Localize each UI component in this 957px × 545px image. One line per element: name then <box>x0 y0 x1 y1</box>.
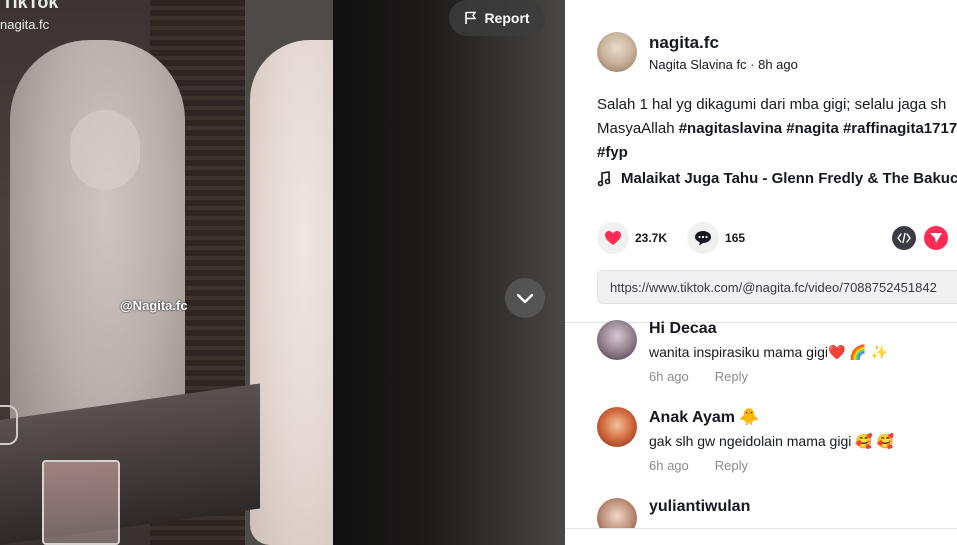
video-person-face <box>70 110 140 190</box>
comment-meta: 6h ago Reply <box>649 369 888 384</box>
hashtag-link[interactable]: #raffinagita1717 <box>843 120 957 137</box>
video-cup <box>0 405 18 445</box>
comment-text: wanita inspirasiku mama gigi❤️ 🌈 ✨ <box>649 344 889 360</box>
comment-author[interactable]: Hi Decaa <box>649 320 888 338</box>
heart-icon <box>605 231 621 245</box>
video-link-field[interactable]: https://www.tiktok.com/@nagita.fc/video/… <box>597 270 957 304</box>
hashtag-link[interactable]: #fyp <box>597 144 628 161</box>
video-person-right <box>250 40 333 545</box>
music-link[interactable]: Malaikat Juga Tahu - Glenn Fredly & The … <box>597 170 957 187</box>
comment-icon <box>695 231 712 246</box>
comment-item: Hi Decaa wanita inspirasiku mama gigi❤️ … <box>597 320 888 384</box>
comment-time: 6h ago <box>649 369 689 384</box>
comment-body: Hi Decaa wanita inspirasiku mama gigi❤️ … <box>649 320 888 384</box>
comment-button[interactable] <box>687 222 720 254</box>
caption-line-1: Salah 1 hal yg dikagumi dari mba gigi; s… <box>597 96 947 113</box>
comment-text: gak slh gw ngeidolain mama gigi 🥰 🥰 <box>649 433 894 449</box>
video-caption: Salah 1 hal yg dikagumi dari mba gigi; s… <box>597 93 957 165</box>
hashtag-link[interactable]: #nagitaslavina <box>679 120 782 137</box>
author-username[interactable]: nagita.fc <box>649 33 798 53</box>
tiktok-watermark: TikTok <box>2 0 59 12</box>
video-details-panel: nagita.fc Nagita Slavina fc · 8h ago Sal… <box>565 0 957 545</box>
like-count: 23.7K <box>635 231 668 245</box>
author-row: nagita.fc Nagita Slavina fc · 8h ago <box>597 32 798 72</box>
comment-count: 165 <box>725 231 746 245</box>
send-to-friends-button[interactable] <box>924 226 948 250</box>
embed-button[interactable] <box>892 226 916 250</box>
author-info: nagita.fc Nagita Slavina fc · 8h ago <box>649 33 798 72</box>
avatar[interactable] <box>597 32 637 72</box>
engagement-actions: 23.7K 165 <box>597 222 765 254</box>
like-button[interactable] <box>597 222 629 254</box>
author-subline: Nagita Slavina fc · 8h ago <box>649 56 798 72</box>
embed-code-icon <box>897 232 911 244</box>
share-icons <box>892 226 948 250</box>
report-button[interactable]: Report <box>449 0 545 36</box>
handle-watermark: nagita.fc <box>0 17 50 32</box>
caption-text: MasyaAllah <box>597 120 679 137</box>
comment-author[interactable]: yuliantiwulan <box>649 498 750 516</box>
video-glass <box>42 460 120 545</box>
comment-item: Anak Ayam 🐥 gak slh gw ngeidolain mama g… <box>597 407 894 473</box>
video-frame: TikTok nagita.fc @Nagita.fc <box>0 0 333 545</box>
caption-line-3: #fyp <box>597 141 957 165</box>
comment-body: Anak Ayam 🐥 gak slh gw ngeidolain mama g… <box>649 407 894 473</box>
reply-button[interactable]: Reply <box>715 458 748 473</box>
music-note-icon <box>597 170 611 186</box>
avatar[interactable] <box>597 407 637 447</box>
comment-meta: 6h ago Reply <box>649 458 894 473</box>
video-overlay-label: @Nagita.fc <box>120 298 188 313</box>
comment-time: 6h ago <box>649 458 689 473</box>
avatar[interactable] <box>597 320 637 360</box>
chevron-down-icon <box>516 293 534 304</box>
comment-author[interactable]: Anak Ayam 🐥 <box>649 407 894 427</box>
paper-plane-icon <box>930 233 942 243</box>
flag-icon <box>465 11 477 24</box>
reply-button[interactable]: Reply <box>715 369 748 384</box>
caption-line-2: MasyaAllah #nagitaslavina #nagita #raffi… <box>597 117 957 141</box>
video-player[interactable]: TikTok nagita.fc @Nagita.fc Report <box>0 0 565 545</box>
next-video-button[interactable] <box>505 278 545 318</box>
comment-input-bar <box>565 528 957 545</box>
report-label: Report <box>484 10 530 26</box>
video-blur-background <box>333 0 565 545</box>
music-title: Malaikat Juga Tahu - Glenn Fredly & The … <box>621 170 957 187</box>
hashtag-link[interactable]: #nagita <box>786 120 839 137</box>
